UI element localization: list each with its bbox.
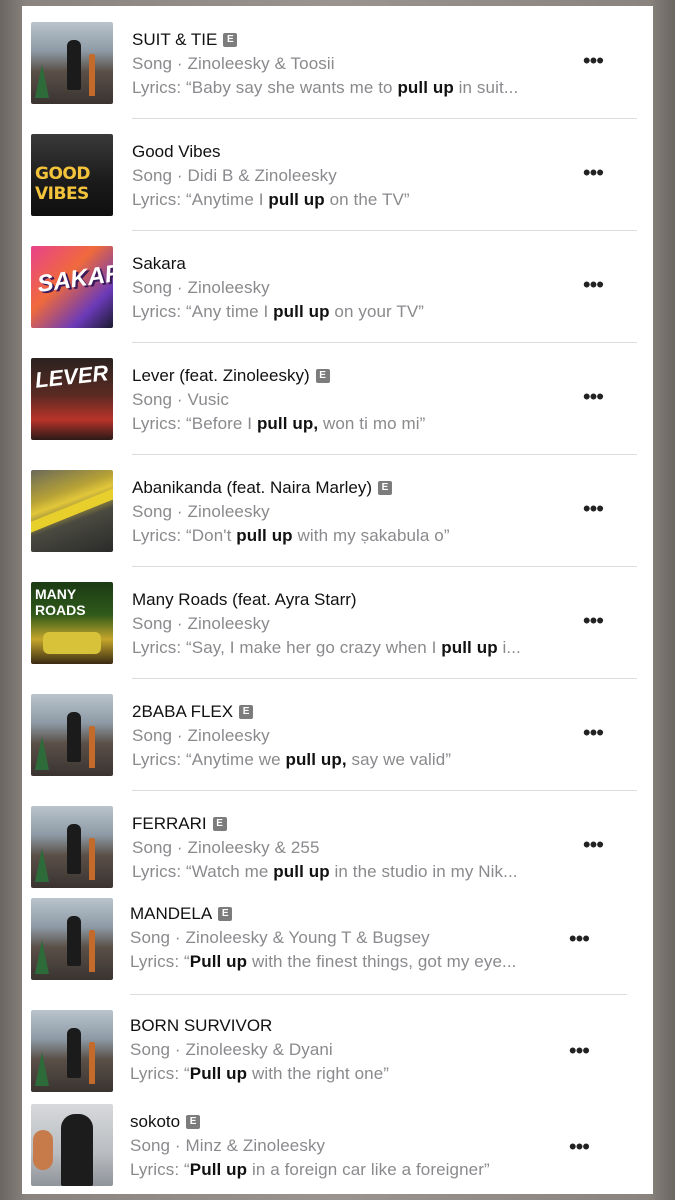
lyrics-snippet: Lyrics: “Baby say she wants me to pull u… <box>132 78 519 97</box>
song-subtitle: Song · Zinoleesky & Young T & Bugsey <box>130 928 430 947</box>
album-art-text: SAKARA <box>35 256 113 299</box>
song-title: Abanikanda (feat. Naira Marley) E <box>132 478 393 498</box>
song-subtitle: Song · Zinoleesky <box>132 502 270 521</box>
album-art-text: GOOD VIBES <box>35 164 90 204</box>
more-options-icon[interactable]: ••• <box>583 274 604 296</box>
explicit-badge: E <box>315 369 330 383</box>
album-art <box>31 470 113 552</box>
song-subtitle: Song · Zinoleesky <box>132 614 270 633</box>
album-art-text: LEVER <box>33 360 110 393</box>
lyrics-snippet: Lyrics: “Any time I pull up on your TV” <box>132 302 425 321</box>
explicit-badge: E <box>223 33 238 47</box>
song-title: FERRARI E <box>132 814 227 834</box>
song-title: SUIT & TIE E <box>132 30 238 50</box>
lyrics-snippet: Lyrics: “Pull up in a foreign car like a… <box>130 1160 490 1179</box>
album-art <box>31 22 113 104</box>
album-art-text: MANY ROADS <box>35 586 86 618</box>
album-art: LEVER <box>31 358 113 440</box>
song-title: Lever (feat. Zinoleesky) E <box>132 366 330 386</box>
song-row-sakara[interactable]: SAKARA Sakara Song · Zinoleesky Lyrics: … <box>22 230 653 342</box>
song-subtitle: Song · Vusic <box>132 390 229 409</box>
more-options-icon[interactable]: ••• <box>569 1136 590 1158</box>
song-row-good-vibes[interactable]: GOOD VIBES Good Vibes Song · Didi B & Zi… <box>22 118 653 230</box>
song-row-born-survivor[interactable]: BORN SURVIVOR Song · Zinoleesky & Dyani … <box>22 994 653 1092</box>
more-options-icon[interactable]: ••• <box>583 610 604 632</box>
song-subtitle: Song · Didi B & Zinoleesky <box>132 166 337 185</box>
lyrics-snippet: Lyrics: “Pull up with the finest things,… <box>130 952 517 971</box>
song-subtitle: Song · Zinoleesky & Dyani <box>130 1040 333 1059</box>
more-options-icon[interactable]: ••• <box>569 1040 590 1062</box>
explicit-badge: E <box>186 1115 201 1129</box>
song-subtitle: Song · Zinoleesky & 255 <box>132 838 320 857</box>
album-art <box>31 1104 113 1186</box>
more-options-icon[interactable]: ••• <box>583 386 604 408</box>
song-title: sokoto E <box>130 1112 201 1132</box>
song-row-ferrari[interactable]: FERRARI E Song · Zinoleesky & 255 Lyrics:… <box>22 790 653 888</box>
lyrics-snippet: Lyrics: “Anytime we pull up, say we vali… <box>132 750 452 769</box>
song-title: Good Vibes <box>132 142 221 161</box>
more-options-icon[interactable]: ••• <box>569 928 590 950</box>
more-options-icon[interactable]: ••• <box>583 498 604 520</box>
song-subtitle: Song · Zinoleesky <box>132 278 270 297</box>
more-options-icon[interactable]: ••• <box>583 162 604 184</box>
song-row-abanikanda[interactable]: Abanikanda (feat. Naira Marley) E Song · … <box>22 454 653 566</box>
song-title: BORN SURVIVOR <box>130 1016 273 1035</box>
song-row-mandela[interactable]: MANDELA E Song · Zinoleesky & Young T & B… <box>22 886 653 994</box>
album-art <box>31 898 113 980</box>
album-art <box>31 1010 113 1092</box>
explicit-badge: E <box>239 705 254 719</box>
explicit-badge: E <box>378 481 393 495</box>
song-title: MANDELA E <box>130 904 233 924</box>
song-row-sokoto[interactable]: sokoto E Song · Minz & Zinoleesky Lyrics:… <box>22 1092 653 1194</box>
album-art: SAKARA <box>31 246 113 328</box>
album-art: GOOD VIBES <box>31 134 113 216</box>
song-subtitle: Song · Minz & Zinoleesky <box>130 1136 326 1155</box>
album-art <box>31 806 113 888</box>
more-options-icon[interactable]: ••• <box>583 50 604 72</box>
song-title: Many Roads (feat. Ayra Starr) <box>132 590 357 609</box>
explicit-badge: E <box>212 817 227 831</box>
lyrics-snippet: Lyrics: “Watch me pull up in the studio … <box>132 862 518 881</box>
song-title: Sakara <box>132 254 186 273</box>
lyrics-snippet: Lyrics: “Say, I make her go crazy when I… <box>132 638 521 657</box>
song-row-suit-and-tie[interactable]: SUIT & TIE E Song · Zinoleesky & Toosii L… <box>22 6 653 118</box>
album-art: MANY ROADS <box>31 582 113 664</box>
album-art <box>31 694 113 776</box>
explicit-badge: E <box>218 907 233 921</box>
song-row-2baba-flex[interactable]: 2BABA FLEX E Song · Zinoleesky Lyrics: “A… <box>22 678 653 790</box>
search-results-list: SUIT & TIE E Song · Zinoleesky & Toosii L… <box>22 6 653 1194</box>
song-title: 2BABA FLEX E <box>132 702 254 722</box>
song-subtitle: Song · Zinoleesky & Toosii <box>132 54 335 73</box>
more-options-icon[interactable]: ••• <box>583 722 604 744</box>
lyrics-snippet: Lyrics: “Anytime I pull up on the TV” <box>132 190 410 209</box>
lyrics-snippet: Lyrics: “Before I pull up, won ti mo mi” <box>132 414 426 433</box>
more-options-icon[interactable]: ••• <box>583 834 604 856</box>
lyrics-snippet: Lyrics: “Pull up with the right one” <box>130 1064 390 1083</box>
lyrics-snippet: Lyrics: “Don't pull up with my ṣakabula … <box>132 526 450 545</box>
song-row-many-roads[interactable]: MANY ROADS Many Roads (feat. Ayra Starr)… <box>22 566 653 678</box>
song-row-lever[interactable]: LEVER Lever (feat. Zinoleesky) E Song · V… <box>22 342 653 454</box>
song-subtitle: Song · Zinoleesky <box>132 726 270 745</box>
